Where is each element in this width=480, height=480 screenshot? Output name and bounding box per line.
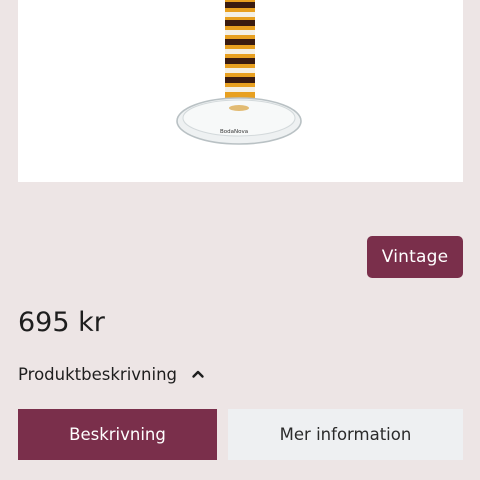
product-price: 695 kr: [18, 307, 105, 338]
product-description-toggle[interactable]: Produktbeskrivning: [18, 362, 205, 386]
tab-description[interactable]: Beskrivning: [18, 409, 217, 460]
brand-mark: BodaNova: [220, 129, 248, 135]
tab-label: Mer information: [279, 425, 412, 444]
description-toggle-label: Produktbeskrivning: [18, 364, 178, 384]
tab-label: Beskrivning: [69, 425, 166, 444]
product-image[interactable]: BodaNova: [18, 0, 463, 182]
vintage-tag-button[interactable]: Vintage: [367, 236, 463, 278]
tab-more-information[interactable]: Mer information: [228, 409, 463, 460]
tag-label: Vintage: [381, 247, 449, 267]
glass-illustration: BodaNova: [176, 0, 302, 145]
chevron-up-icon: [192, 370, 204, 378]
